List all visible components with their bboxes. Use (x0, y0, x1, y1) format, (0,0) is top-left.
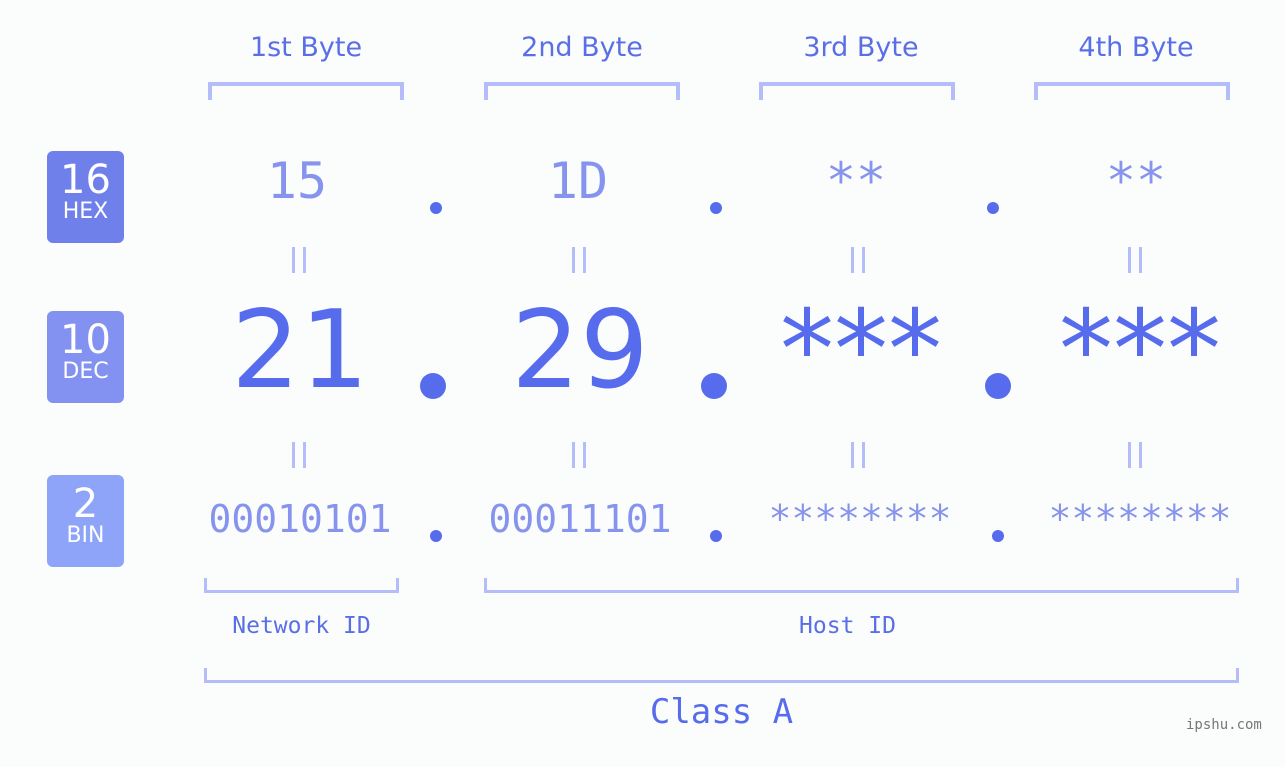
network-id-bracket (204, 578, 399, 593)
bin-badge-number: 2 (72, 481, 99, 527)
equals-icon (851, 247, 865, 273)
byte-bracket-2 (484, 82, 680, 100)
byte-bracket-4 (1034, 82, 1230, 100)
dec-value-3: *** (780, 288, 942, 413)
hex-dot-3 (987, 202, 999, 214)
equals-icon (1128, 442, 1142, 468)
host-id-bracket (484, 578, 1239, 593)
byte-bracket-3 (759, 82, 955, 100)
hex-dot-2 (710, 202, 722, 214)
equals-icon (292, 442, 306, 468)
class-label: Class A (649, 692, 794, 732)
hex-value-2: 1D (547, 152, 609, 210)
hex-badge-label: HEX (62, 199, 109, 224)
hex-badge: 16 HEX (47, 151, 124, 243)
byte-header-1: 1st Byte (249, 32, 363, 63)
hex-badge-number: 16 (60, 157, 111, 203)
byte-bracket-1 (208, 82, 404, 100)
watermark: ipshu.com (1186, 717, 1262, 733)
bin-badge: 2 BIN (47, 475, 124, 567)
equals-icon (572, 247, 586, 273)
dec-badge-number: 10 (60, 317, 111, 363)
equals-icon (572, 442, 586, 468)
hex-value-3: ** (825, 152, 887, 210)
dec-dot-3 (985, 373, 1011, 399)
host-id-label: Host ID (799, 613, 896, 639)
bin-value-2: 00011101 (488, 497, 672, 541)
bin-value-3: ******** (768, 497, 952, 541)
equals-icon (1128, 247, 1142, 273)
equals-icon (292, 247, 306, 273)
bin-dot-3 (992, 530, 1004, 542)
byte-header-2: 2nd Byte (521, 32, 643, 63)
dec-dot-2 (701, 373, 727, 399)
byte-header-4: 4th Byte (1078, 32, 1194, 63)
bin-badge-label: BIN (66, 523, 105, 548)
bin-dot-2 (710, 530, 722, 542)
byte-header-3: 3rd Byte (803, 32, 919, 63)
dec-value-1: 21 (231, 288, 369, 413)
class-bracket (204, 668, 1239, 683)
bin-dot-1 (430, 530, 442, 542)
dec-value-2: 29 (511, 288, 649, 413)
dec-dot-1 (420, 373, 446, 399)
hex-value-1: 15 (266, 152, 328, 210)
bin-value-4: ******** (1048, 497, 1232, 541)
dec-badge-label: DEC (62, 359, 109, 384)
dec-badge: 10 DEC (47, 311, 124, 403)
bin-value-1: 00010101 (208, 497, 392, 541)
dec-value-4: *** (1059, 288, 1221, 413)
equals-icon (851, 442, 865, 468)
hex-value-4: ** (1105, 152, 1167, 210)
network-id-label: Network ID (232, 613, 371, 639)
hex-dot-1 (430, 202, 442, 214)
